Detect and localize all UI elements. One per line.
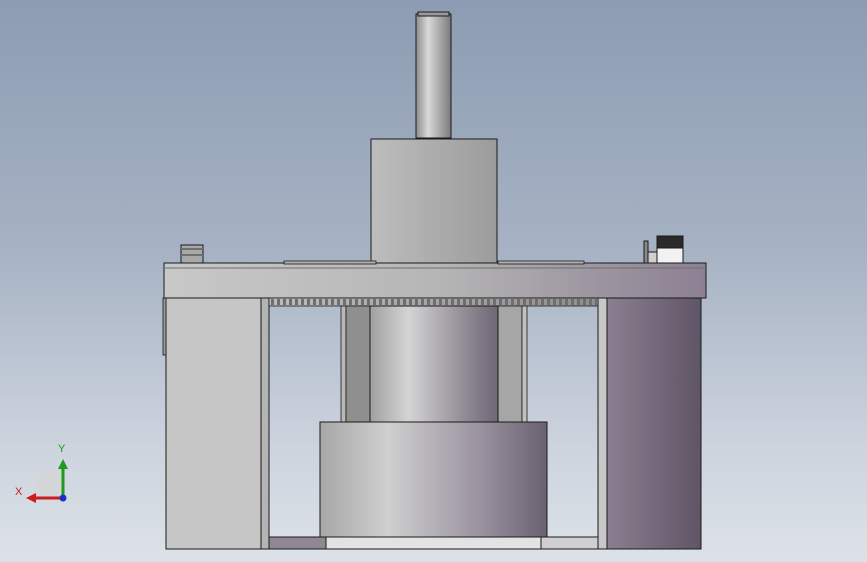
gear-tooth bbox=[595, 299, 598, 305]
gear-tooth bbox=[289, 299, 292, 305]
base-cylinder bbox=[319, 421, 548, 539]
gear-tooth bbox=[481, 299, 484, 305]
gear-tooth bbox=[313, 299, 316, 305]
gear-tooth bbox=[361, 299, 364, 305]
gear-tooth bbox=[271, 299, 274, 305]
gear-tooth bbox=[379, 299, 382, 305]
gear-tooth bbox=[319, 299, 322, 305]
right-terminal bbox=[643, 235, 684, 264]
gear-tooth bbox=[463, 299, 466, 305]
left-leg bbox=[162, 297, 270, 550]
gear-tooth bbox=[451, 299, 454, 305]
gear-tooth bbox=[469, 299, 472, 305]
motor-assembly-model bbox=[162, 11, 707, 550]
triad-plane-shading bbox=[33, 468, 63, 498]
gear-tooth bbox=[457, 299, 460, 305]
gear-tooth bbox=[391, 299, 394, 305]
gear-tooth bbox=[421, 299, 424, 305]
x-axis-label: X bbox=[15, 486, 23, 498]
top-shaft bbox=[415, 11, 452, 139]
coordinate-triad: X Y bbox=[10, 440, 80, 510]
gear-tooth bbox=[283, 299, 286, 305]
gear-tooth bbox=[541, 299, 544, 305]
gearbox-block bbox=[370, 138, 498, 265]
gear-tooth bbox=[343, 299, 346, 305]
base-plate bbox=[268, 536, 599, 550]
gear-tooth bbox=[493, 299, 496, 305]
gear-tooth bbox=[499, 299, 502, 305]
cad-viewport[interactable]: X Y bbox=[0, 0, 867, 562]
gear-tooth bbox=[475, 299, 478, 305]
gear-tooth bbox=[517, 299, 520, 305]
gear-tooth bbox=[349, 299, 352, 305]
gear-tooth bbox=[331, 299, 334, 305]
gear-tooth bbox=[355, 299, 358, 305]
gear-tooth bbox=[547, 299, 550, 305]
gear-tooth bbox=[589, 299, 592, 305]
gear-tooth bbox=[337, 299, 340, 305]
gear-tooth bbox=[403, 299, 406, 305]
gear-tooth bbox=[295, 299, 298, 305]
right-leg bbox=[597, 297, 702, 550]
gear-tooth bbox=[577, 299, 580, 305]
gear-tooth bbox=[583, 299, 586, 305]
gear-tooth bbox=[409, 299, 412, 305]
gear-tooth bbox=[505, 299, 508, 305]
top-plate bbox=[163, 260, 707, 299]
gear-tooth bbox=[553, 299, 556, 305]
gear-tooth bbox=[535, 299, 538, 305]
x-axis-arrowhead bbox=[26, 493, 36, 503]
gear-tooth bbox=[433, 299, 436, 305]
left-post bbox=[180, 244, 204, 264]
y-axis-label: Y bbox=[58, 443, 66, 455]
gear-tooth bbox=[559, 299, 562, 305]
gear-tooth bbox=[523, 299, 526, 305]
gear-tooth bbox=[565, 299, 568, 305]
gear-tooth bbox=[367, 299, 370, 305]
gear-tooth bbox=[529, 299, 532, 305]
gear-tooth bbox=[511, 299, 514, 305]
gear-tooth bbox=[487, 299, 490, 305]
gear-tooth bbox=[307, 299, 310, 305]
gear-tooth bbox=[397, 299, 400, 305]
gear-ring bbox=[268, 297, 599, 307]
gear-tooth bbox=[427, 299, 430, 305]
z-axis-origin bbox=[59, 494, 67, 502]
gear-tooth bbox=[277, 299, 280, 305]
gear-teeth bbox=[271, 299, 598, 305]
gear-tooth bbox=[385, 299, 388, 305]
motor-cylinder bbox=[369, 305, 499, 424]
gear-tooth bbox=[301, 299, 304, 305]
gear-tooth bbox=[373, 299, 376, 305]
gear-tooth bbox=[439, 299, 442, 305]
y-axis-arrowhead bbox=[58, 459, 68, 469]
gear-tooth bbox=[325, 299, 328, 305]
gear-tooth bbox=[571, 299, 574, 305]
gear-tooth bbox=[445, 299, 448, 305]
gear-tooth bbox=[415, 299, 418, 305]
